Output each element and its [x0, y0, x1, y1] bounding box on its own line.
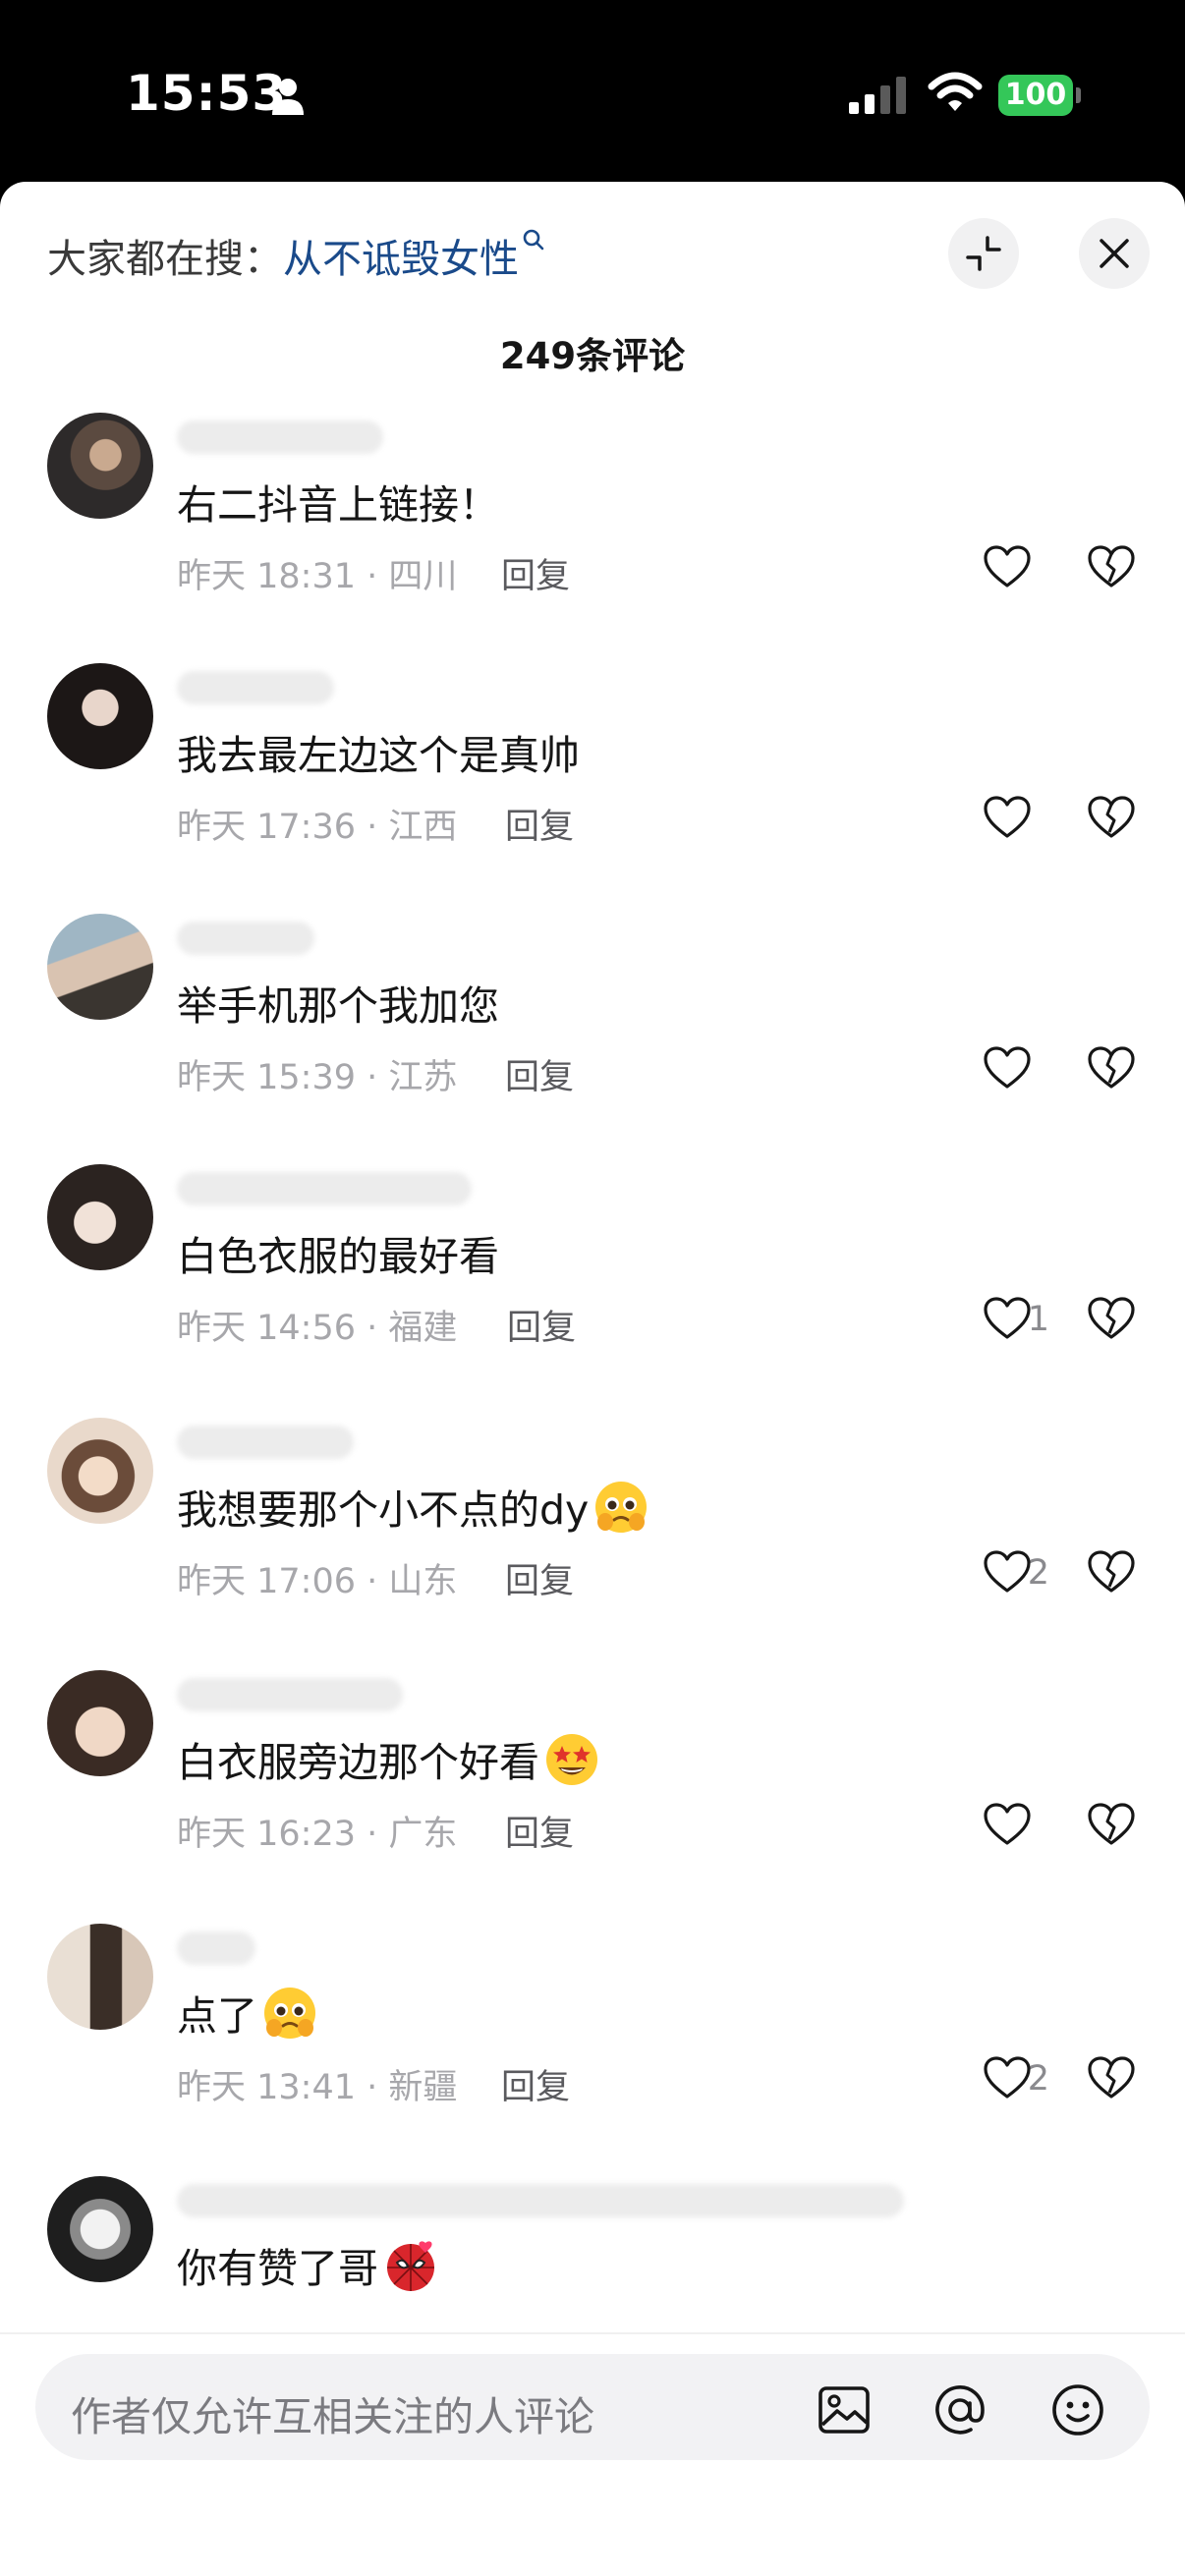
- comment-text: 我想要那个小不点的dy: [177, 1477, 649, 1536]
- pleading-face-emoji: [595, 1482, 648, 1533]
- spider-hero-face-emoji: [387, 2241, 434, 2291]
- heart-icon: [984, 545, 1031, 588]
- comment-meta: 昨天 17:06 · 山东: [177, 1562, 458, 1601]
- broken-heart-icon[interactable]: [1087, 1296, 1136, 1341]
- person-icon: [272, 79, 304, 115]
- username-blurred[interactable]: [177, 1426, 354, 1459]
- close-button[interactable]: [1079, 218, 1150, 289]
- like-count: 1: [1027, 1300, 1049, 1339]
- heart-icon: [984, 796, 1031, 838]
- comment-sheet: 大家都在搜：从不诋毁女性 249条评论 右二抖音上链接！ 昨天 18:31 · …: [0, 182, 1185, 2576]
- comment-text: 点了: [177, 1983, 318, 2042]
- avatar[interactable]: [47, 1418, 153, 1524]
- comment-input-placeholder: 作者仅允许互相关注的人评论: [71, 2393, 594, 2440]
- comment-input-bar: 作者仅允许互相关注的人评论: [0, 2332, 1185, 2576]
- like-button[interactable]: [941, 1043, 1049, 1094]
- comment-meta: 昨天 16:23 · 广东: [177, 1815, 458, 1854]
- username-blurred[interactable]: [177, 922, 314, 955]
- shrink-button[interactable]: [948, 218, 1019, 289]
- like-button[interactable]: [941, 1800, 1049, 1851]
- heart-icon: [984, 1297, 1031, 1339]
- comment-meta: 昨天 13:41 · 新疆: [177, 2068, 458, 2107]
- comment-text: 举手机那个我加您: [177, 982, 499, 1030]
- signal-icon: [849, 77, 906, 114]
- broken-heart-icon[interactable]: [1087, 2055, 1136, 2100]
- reply-button[interactable]: 回复: [507, 1300, 576, 1350]
- at-icon[interactable]: [931, 2381, 988, 2438]
- broken-heart-icon[interactable]: [1087, 1802, 1136, 1847]
- username-blurred[interactable]: [177, 671, 334, 704]
- like-count: 2: [1027, 2059, 1049, 2099]
- image-icon[interactable]: [816, 2381, 873, 2438]
- like-button[interactable]: 2: [941, 2053, 1049, 2104]
- comment-item: 白衣服旁边那个好看 昨天 16:23 · 广东 回复: [0, 1670, 1185, 1924]
- reply-button[interactable]: 回复: [501, 2059, 570, 2109]
- battery-level: 100: [998, 75, 1073, 116]
- comment-text: 白色衣服的最好看: [177, 1233, 499, 1280]
- status-time: 15:53: [126, 65, 288, 122]
- emoji-icon[interactable]: [1049, 2381, 1106, 2438]
- broken-heart-icon[interactable]: [1087, 544, 1136, 589]
- comment-text: 我去最左边这个是真帅: [177, 732, 580, 779]
- avatar[interactable]: [47, 663, 153, 769]
- heart-icon: [984, 2056, 1031, 2099]
- like-button[interactable]: 1: [941, 1294, 1049, 1345]
- comment-text: 右二抖音上链接！: [177, 481, 499, 529]
- username-blurred[interactable]: [177, 1932, 255, 1965]
- avatar[interactable]: [47, 2176, 153, 2282]
- reply-button[interactable]: 回复: [501, 548, 570, 598]
- reply-button[interactable]: 回复: [505, 799, 574, 849]
- reply-button[interactable]: 回复: [505, 1806, 574, 1856]
- pleading-face-emoji: [264, 1988, 315, 2039]
- battery-indicator: 100: [998, 75, 1081, 116]
- avatar[interactable]: [47, 1164, 153, 1270]
- comment-item: 我去最左边这个是真帅 昨天 17:36 · 江西 回复: [0, 663, 1185, 917]
- comment-item: 白色衣服的最好看 昨天 14:56 · 福建 回复 1: [0, 1164, 1185, 1418]
- heart-icon: [984, 1803, 1031, 1845]
- comment-count: 249条评论: [499, 335, 686, 377]
- username-blurred[interactable]: [177, 420, 383, 454]
- broken-heart-icon[interactable]: [1087, 1549, 1136, 1595]
- avatar[interactable]: [47, 1670, 153, 1776]
- search-suggestion-term[interactable]: 从不诋毁女性: [283, 237, 519, 282]
- comment-item: 举手机那个我加您 昨天 15:39 · 江苏 回复: [0, 914, 1185, 1167]
- search-icon: [523, 229, 544, 251]
- search-suggestion-label: 大家都在搜：: [47, 237, 283, 282]
- username-blurred[interactable]: [177, 2184, 904, 2217]
- broken-heart-icon[interactable]: [1087, 1045, 1136, 1091]
- shrink-icon: [966, 236, 1001, 271]
- avatar[interactable]: [47, 914, 153, 1020]
- broken-heart-icon[interactable]: [1087, 795, 1136, 840]
- comment-text: 白衣服旁边那个好看: [177, 1729, 600, 1788]
- comment-meta: 昨天 18:31 · 四川: [177, 557, 458, 596]
- heart-icon: [984, 1550, 1031, 1593]
- close-icon: [1100, 239, 1129, 268]
- like-button[interactable]: 2: [941, 1547, 1049, 1598]
- avatar[interactable]: [47, 413, 153, 519]
- username-blurred[interactable]: [177, 1678, 403, 1711]
- comment-meta: 昨天 15:39 · 江苏: [177, 1058, 458, 1097]
- comment-item: 我想要那个小不点的dy 昨天 17:06 · 山东 回复 2: [0, 1418, 1185, 1671]
- comment-item: 右二抖音上链接！ 昨天 18:31 · 四川 回复: [0, 413, 1185, 666]
- comment-input[interactable]: 作者仅允许互相关注的人评论: [35, 2354, 1150, 2460]
- like-count: 2: [1027, 1553, 1049, 1593]
- like-button[interactable]: [941, 542, 1049, 593]
- reply-button[interactable]: 回复: [505, 1553, 574, 1603]
- heart-icon: [984, 1046, 1031, 1089]
- comment-meta: 昨天 17:36 · 江西: [177, 808, 458, 847]
- comment-text: 你有赞了哥: [177, 2235, 439, 2294]
- like-button[interactable]: [941, 793, 1049, 844]
- status-bar: 15:53 100: [0, 0, 1185, 182]
- comment-item: 点了 昨天 13:41 · 新疆 回复 2: [0, 1924, 1185, 2177]
- reply-button[interactable]: 回复: [505, 1049, 574, 1099]
- comment-meta: 昨天 14:56 · 福建: [177, 1309, 458, 1348]
- star-struck-face-emoji: [546, 1734, 597, 1785]
- search-suggestion[interactable]: 大家都在搜：从不诋毁女性: [47, 227, 546, 284]
- wifi-icon: [928, 72, 983, 111]
- avatar[interactable]: [47, 1924, 153, 2030]
- username-blurred[interactable]: [177, 1172, 472, 1205]
